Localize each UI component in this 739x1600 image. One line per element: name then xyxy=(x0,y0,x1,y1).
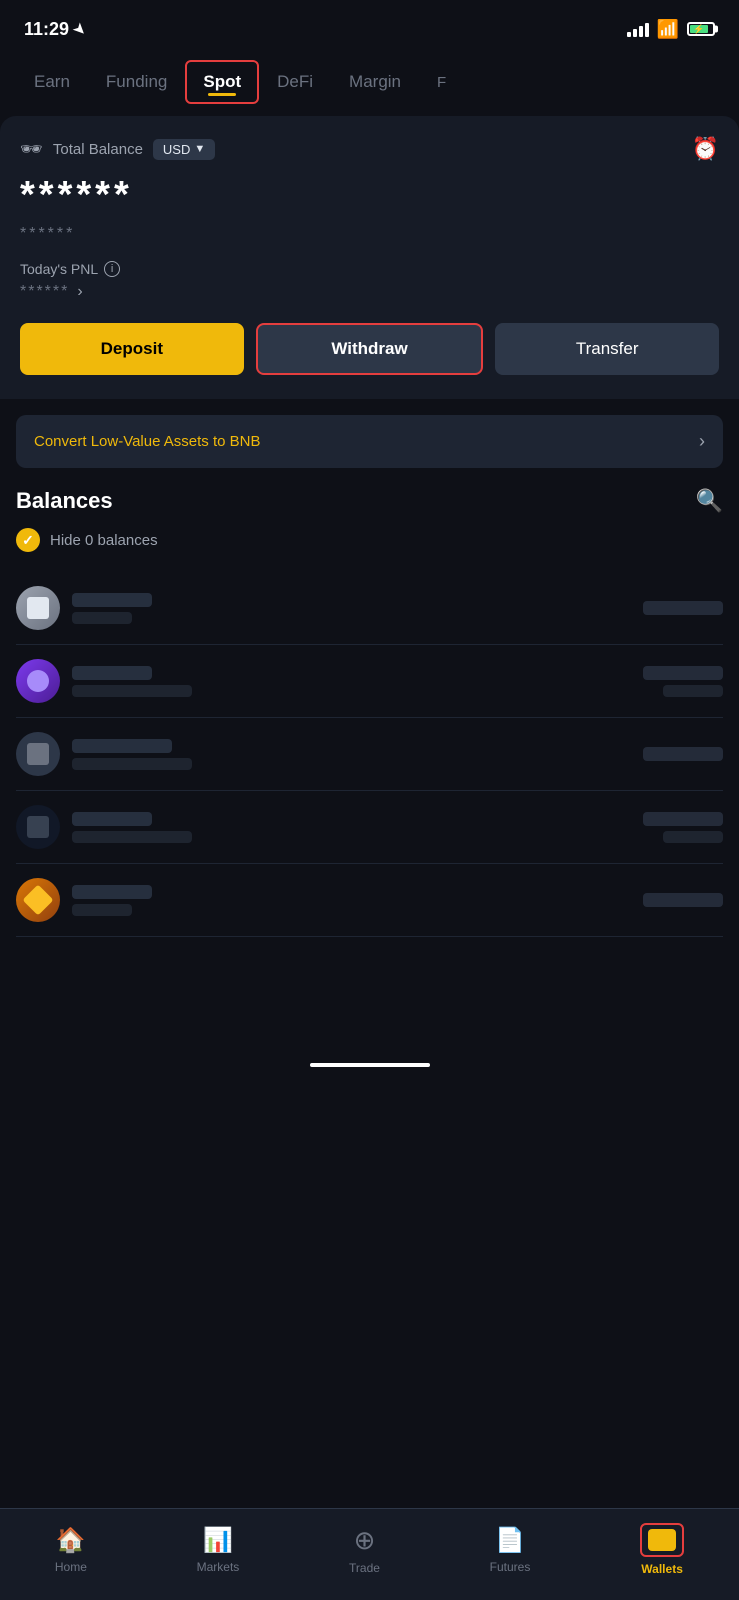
home-indicator xyxy=(310,1063,430,1067)
balance-list xyxy=(16,572,723,937)
balance-label: 🕶 Total Balance USD ▼ xyxy=(20,139,215,160)
balance-value xyxy=(643,812,723,826)
convert-banner[interactable]: Convert Low-Value Assets to BNB › xyxy=(16,415,723,468)
pnl-number: ****** xyxy=(20,283,69,301)
nav-tabs: Earn Funding Spot DeFi Margin F xyxy=(0,52,739,112)
search-icon[interactable]: 🔍 xyxy=(696,488,723,514)
nav-futures[interactable]: 📄 Futures xyxy=(470,1522,551,1578)
currency-badge[interactable]: USD ▼ xyxy=(153,139,215,160)
tab-earn[interactable]: Earn xyxy=(16,58,88,106)
balance-item[interactable] xyxy=(16,718,723,791)
nav-futures-label: Futures xyxy=(490,1560,531,1574)
coin-name xyxy=(72,885,152,899)
main-balance: ****** xyxy=(20,174,719,217)
eye-slash-icon[interactable]: 🕶 xyxy=(20,139,43,160)
convert-text: Convert Low-Value Assets to BNB xyxy=(34,433,261,450)
balance-sub-value xyxy=(663,685,723,697)
balance-item[interactable] xyxy=(16,572,723,645)
chevron-down-icon: ▼ xyxy=(194,143,205,155)
wifi-icon: 📶 xyxy=(657,19,679,40)
currency-label: USD xyxy=(163,142,190,157)
balances-title: Balances xyxy=(16,488,113,514)
coin-sub xyxy=(72,612,132,624)
pnl-value: ****** › xyxy=(20,283,719,301)
tab-spot[interactable]: Spot xyxy=(185,60,259,104)
balances-section: Balances 🔍 ✓ Hide 0 balances xyxy=(0,468,739,937)
coin-icon xyxy=(16,878,60,922)
nav-trade[interactable]: ⊕ Trade xyxy=(329,1521,400,1579)
tab-margin[interactable]: Margin xyxy=(331,58,419,106)
balance-card: 🕶 Total Balance USD ▼ ⏰ ****** ****** To… xyxy=(0,116,739,399)
coin-icon xyxy=(16,659,60,703)
nav-wallets[interactable]: Wallets xyxy=(620,1519,704,1580)
pnl-section: Today's PNL i ****** › xyxy=(20,261,719,301)
trade-icon: ⊕ xyxy=(354,1525,376,1556)
nav-markets[interactable]: 📊 Markets xyxy=(177,1522,260,1578)
transfer-button[interactable]: Transfer xyxy=(495,323,719,375)
total-balance-text: Total Balance xyxy=(53,141,143,158)
hide-zero-toggle[interactable]: ✓ Hide 0 balances xyxy=(16,528,723,552)
info-icon[interactable]: i xyxy=(104,261,120,277)
nav-home[interactable]: 🏠 Home xyxy=(35,1522,107,1578)
balance-value xyxy=(643,747,723,761)
signal-icon xyxy=(627,21,649,37)
coin-icon xyxy=(16,805,60,849)
wallets-icon xyxy=(648,1529,676,1551)
status-bar: 11:29 ➤ 📶 ⚡ xyxy=(0,0,739,52)
balance-value xyxy=(643,601,723,615)
bottom-nav: 🏠 Home 📊 Markets ⊕ Trade 📄 Futures Walle… xyxy=(0,1508,739,1600)
time-display: 11:29 xyxy=(24,19,69,40)
coin-icon xyxy=(16,732,60,776)
hide-zero-label: Hide 0 balances xyxy=(50,532,158,549)
deposit-button[interactable]: Deposit xyxy=(20,323,244,375)
coin-name xyxy=(72,666,152,680)
coin-name xyxy=(72,739,172,753)
tab-more[interactable]: F xyxy=(419,60,464,105)
status-icons: 📶 ⚡ xyxy=(627,19,715,40)
status-time: 11:29 ➤ xyxy=(24,19,86,40)
coin-icon xyxy=(16,586,60,630)
convert-arrow-icon: › xyxy=(699,431,705,452)
coin-sub xyxy=(72,758,192,770)
futures-icon: 📄 xyxy=(495,1526,525,1555)
balance-value xyxy=(643,893,723,907)
coin-name xyxy=(72,812,152,826)
clock-icon[interactable]: ⏰ xyxy=(692,136,719,162)
balance-sub-value xyxy=(663,831,723,843)
pnl-text: Today's PNL xyxy=(20,261,98,277)
coin-sub xyxy=(72,904,132,916)
battery-icon: ⚡ xyxy=(687,22,715,36)
balance-item[interactable] xyxy=(16,864,723,937)
nav-home-label: Home xyxy=(55,1560,87,1574)
pnl-label: Today's PNL i xyxy=(20,261,719,277)
sub-balance: ****** xyxy=(20,225,719,243)
location-icon: ➤ xyxy=(70,19,90,39)
coin-name xyxy=(72,593,152,607)
tab-funding[interactable]: Funding xyxy=(88,58,185,106)
nav-wallets-label: Wallets xyxy=(641,1562,683,1576)
tab-defi[interactable]: DeFi xyxy=(259,58,331,106)
balance-value xyxy=(643,666,723,680)
chevron-right-icon[interactable]: › xyxy=(77,283,84,301)
home-icon: 🏠 xyxy=(56,1526,86,1555)
nav-markets-label: Markets xyxy=(197,1560,240,1574)
coin-sub xyxy=(72,831,192,843)
action-buttons: Deposit Withdraw Transfer xyxy=(20,323,719,375)
nav-trade-label: Trade xyxy=(349,1561,380,1575)
balance-header: 🕶 Total Balance USD ▼ ⏰ xyxy=(20,136,719,162)
balances-header: Balances 🔍 xyxy=(16,488,723,514)
balance-item[interactable] xyxy=(16,791,723,864)
coin-sub xyxy=(72,685,192,697)
check-icon: ✓ xyxy=(16,528,40,552)
markets-icon: 📊 xyxy=(203,1526,233,1555)
balance-item[interactable] xyxy=(16,645,723,718)
withdraw-button[interactable]: Withdraw xyxy=(256,323,484,375)
